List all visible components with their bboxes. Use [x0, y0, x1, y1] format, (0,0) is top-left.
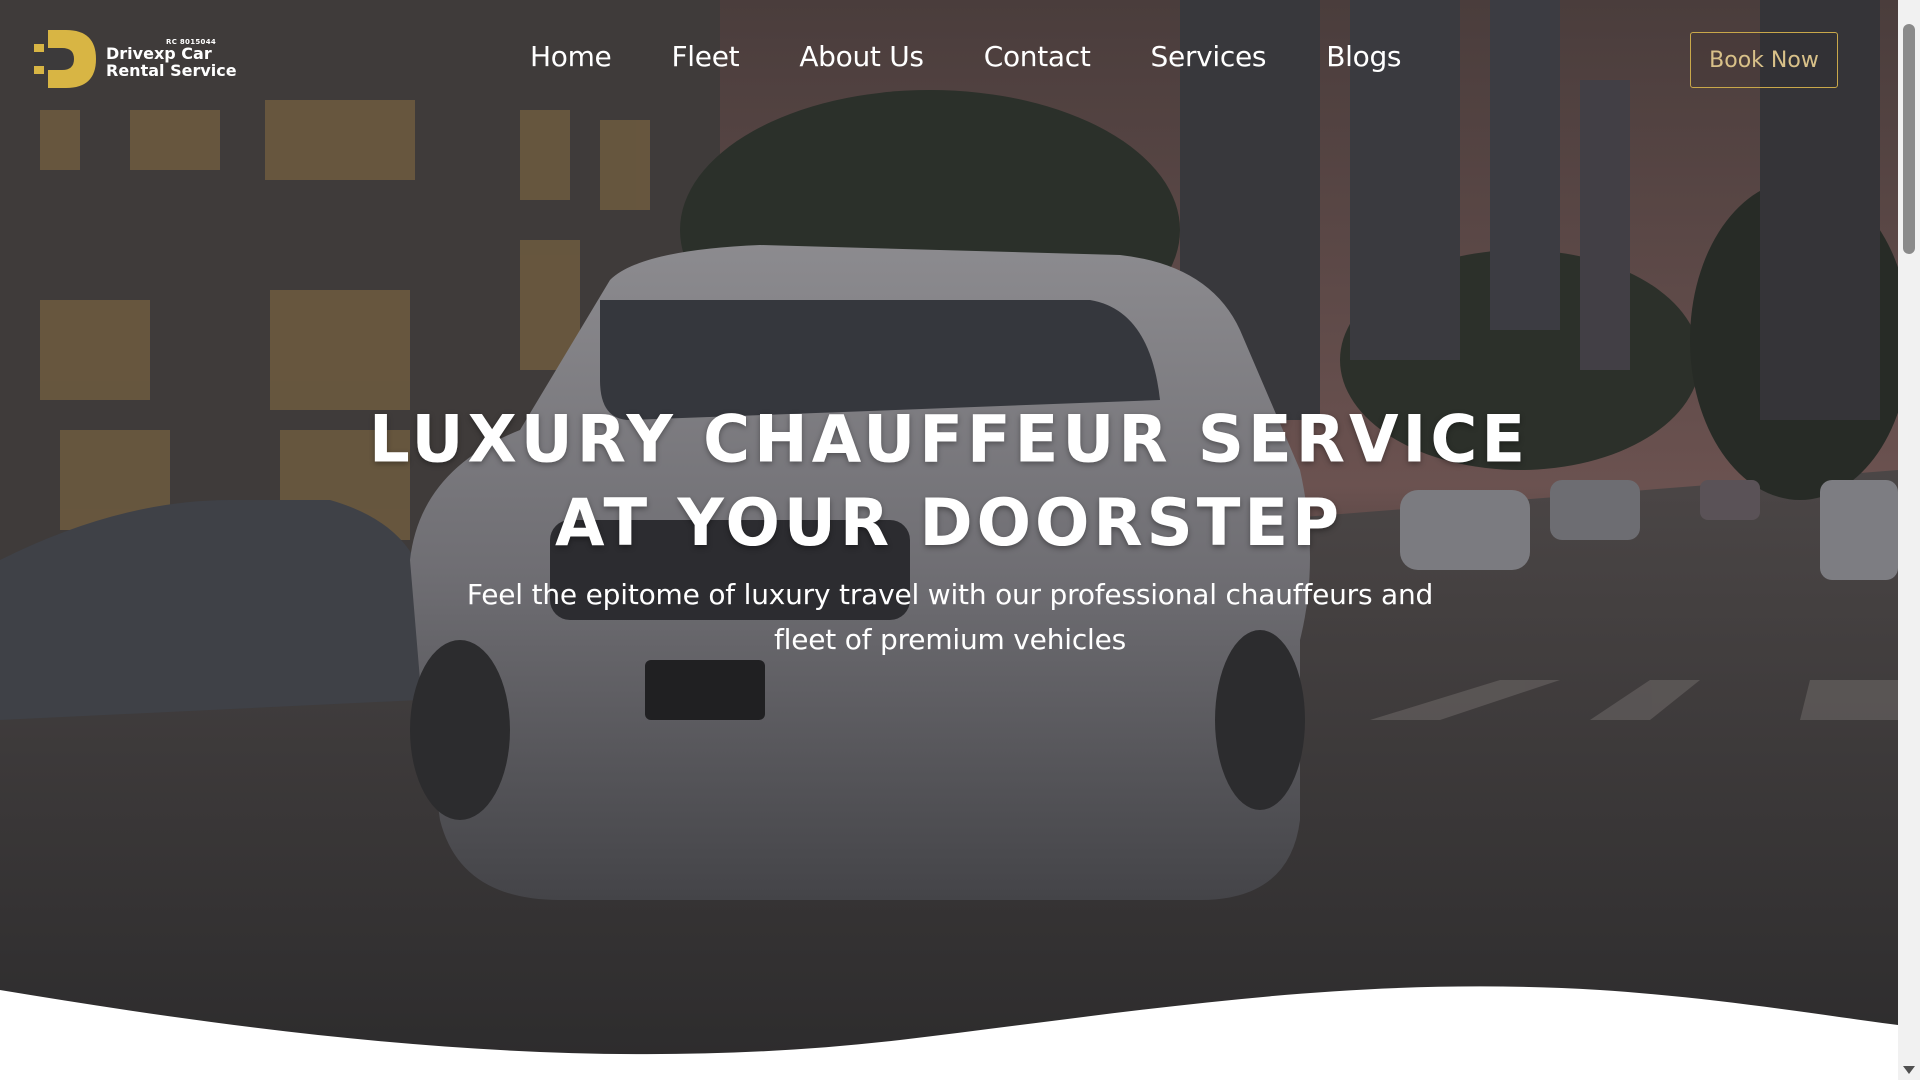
hero-section: RC 8015044 Drivexp Car Rental Service Ho… — [0, 0, 1898, 1080]
logo-name-line2: Rental Service — [106, 60, 237, 80]
hero-subtitle: Feel the epitome of luxury travel with o… — [466, 578, 1434, 656]
nav-home[interactable]: Home — [530, 40, 612, 73]
scroll-down-arrow-icon[interactable] — [1903, 1066, 1915, 1074]
nav-blogs[interactable]: Blogs — [1326, 40, 1401, 73]
book-now-button[interactable]: Book Now — [1690, 32, 1838, 88]
hero-title-line1: LUXURY CHAUFFEUR SERVICE — [368, 402, 1530, 478]
nav-about-us[interactable]: About Us — [799, 40, 924, 73]
nav-contact[interactable]: Contact — [984, 40, 1091, 73]
scroll-thumb[interactable] — [1903, 24, 1915, 254]
nav-services[interactable]: Services — [1151, 40, 1267, 73]
wave-divider — [0, 986, 1898, 1080]
hero-title-line2: AT YOUR DOORSTEP — [554, 486, 1344, 562]
nav-fleet[interactable]: Fleet — [672, 40, 740, 73]
logo-d-icon — [34, 30, 96, 88]
site-logo[interactable]: RC 8015044 Drivexp Car Rental Service — [34, 30, 237, 88]
logo-text: RC 8015044 Drivexp Car Rental Service — [106, 38, 237, 80]
main-nav: Home Fleet About Us Contact Services Blo… — [530, 40, 1402, 73]
page-scrollbar[interactable] — [1898, 0, 1920, 1080]
hero-title: LUXURY CHAUFFEUR SERVICE AT YOUR DOORSTE… — [0, 398, 1898, 565]
